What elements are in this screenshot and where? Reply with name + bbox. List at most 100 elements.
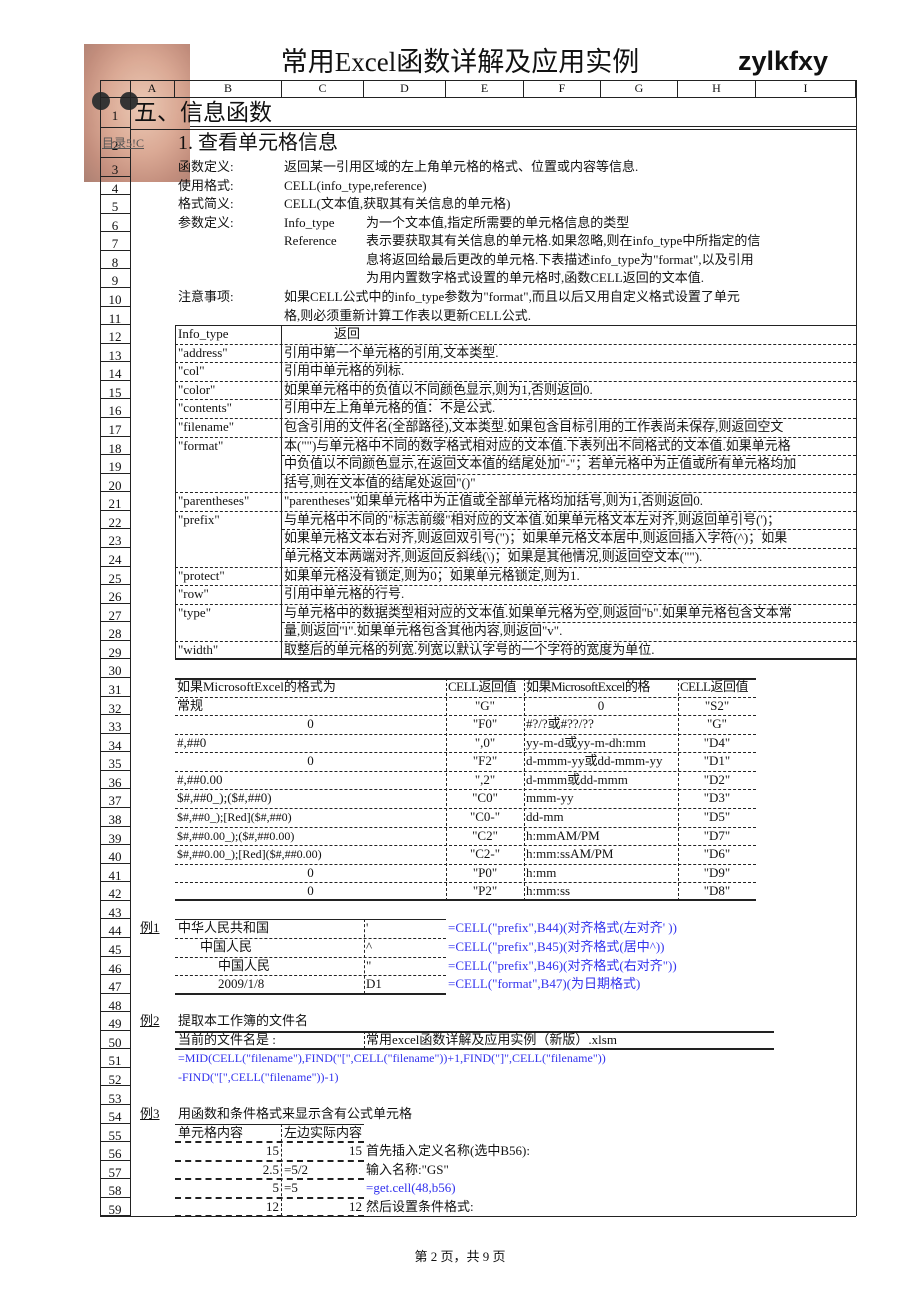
column-header-E[interactable]: E	[446, 80, 524, 97]
table-header: 返回	[333, 326, 360, 342]
row-header[interactable]: 30	[100, 659, 130, 678]
column-header-D[interactable]: D	[364, 80, 446, 97]
row-header[interactable]: 11	[100, 307, 130, 326]
row-header[interactable]: 16	[100, 399, 130, 418]
row-header[interactable]: 3	[100, 158, 130, 177]
row-header[interactable]: 33	[100, 715, 130, 734]
column-header-B[interactable]: B	[175, 80, 282, 97]
row-header[interactable]: 8	[100, 251, 130, 270]
row-header[interactable]: 5	[100, 195, 130, 214]
divider	[175, 789, 756, 791]
row-header[interactable]: 23	[100, 529, 130, 548]
row-header[interactable]: 47	[100, 975, 130, 994]
divider	[175, 975, 446, 977]
row-header[interactable]: 15	[100, 381, 130, 400]
row-header[interactable]: 31	[100, 678, 130, 697]
row-header[interactable]: 49	[100, 1012, 130, 1031]
column-header-H[interactable]: H	[678, 80, 756, 97]
row-header[interactable]: 37	[100, 789, 130, 808]
label: 格式简义:	[178, 196, 234, 212]
row-header[interactable]: 24	[100, 548, 130, 567]
row-header[interactable]: 32	[100, 697, 130, 716]
format-cell: yy-m-d或yy-m-dh:mm	[526, 734, 646, 750]
param-text: 为一个文本值,指定所需要的单元格信息的类型	[366, 214, 630, 230]
row-header[interactable]: 44	[100, 919, 130, 938]
row-header[interactable]: 29	[100, 641, 130, 660]
column-header-C[interactable]: C	[282, 80, 364, 97]
info-return-cell: 取整后的单元格的列宽.列宽以默认字号的一个字符的宽度为单位.	[284, 641, 655, 657]
column-header-G[interactable]: G	[601, 80, 678, 97]
example-title: 用函数和条件格式来显示含有公式单元格	[178, 1106, 413, 1122]
row-header[interactable]: 52	[100, 1068, 130, 1087]
info-return-cell: 如果单元格中的负值以不同颜色显示,则为1,否则返回0.	[284, 381, 593, 397]
row-header[interactable]: 9	[100, 269, 130, 288]
column-header-F[interactable]: F	[524, 80, 601, 97]
divider	[175, 696, 756, 698]
row-header[interactable]: 43	[100, 901, 130, 920]
row-header[interactable]: 56	[100, 1142, 130, 1161]
row-header[interactable]: 42	[100, 882, 130, 901]
info-return-cell: 引用中单元格的列标.	[284, 363, 405, 379]
column-header-A[interactable]: A	[130, 80, 175, 97]
row-header[interactable]: 53	[100, 1087, 130, 1106]
row-header[interactable]: 54	[100, 1105, 130, 1124]
row-header[interactable]: 35	[100, 752, 130, 771]
row-header[interactable]: 34	[100, 734, 130, 753]
row-header[interactable]: 27	[100, 604, 130, 623]
row-header[interactable]: 38	[100, 808, 130, 827]
row-header[interactable]: 17	[100, 418, 130, 437]
format-cell: "C2-"	[469, 846, 501, 862]
row-header[interactable]: 10	[100, 288, 130, 307]
row-header[interactable]: 6	[100, 214, 130, 233]
format-cell: ",0"	[474, 734, 496, 750]
column-header-I[interactable]: I	[756, 80, 856, 97]
row-header[interactable]: 1	[100, 97, 130, 128]
row-header[interactable]: 48	[100, 994, 130, 1013]
row-header[interactable]: 26	[100, 585, 130, 604]
table-border	[175, 919, 446, 921]
row-header[interactable]: 22	[100, 511, 130, 530]
divider	[175, 845, 756, 847]
row-header[interactable]: 41	[100, 864, 130, 883]
row-header[interactable]: 45	[100, 938, 130, 957]
format-cell: #,##0	[177, 734, 207, 750]
row-header[interactable]: 4	[100, 177, 130, 196]
row-header[interactable]: 36	[100, 771, 130, 790]
prefix-result: "	[366, 957, 372, 973]
subsection-heading: 1. 查看单元格信息	[178, 132, 338, 154]
divider	[175, 715, 756, 717]
row-header[interactable]: 57	[100, 1161, 130, 1180]
filename-value: 常用excel函数详解及应用实例（新版）.xlsm	[366, 1031, 617, 1047]
info-type-cell: "row"	[178, 586, 209, 602]
row-header[interactable]: 28	[100, 622, 130, 641]
row-header[interactable]: 14	[100, 362, 130, 381]
row-header[interactable]: 51	[100, 1049, 130, 1068]
toc-link[interactable]: 目录5!C	[102, 128, 144, 158]
row-header[interactable]: 59	[100, 1198, 130, 1217]
row-header[interactable]: 25	[100, 567, 130, 586]
row-header[interactable]: 46	[100, 957, 130, 976]
row-header[interactable]: 19	[100, 455, 130, 474]
label: 参数定义:	[178, 214, 234, 230]
formula-text: =CELL("prefix",B44)(对齐格式(左对齐' ))	[448, 920, 677, 936]
row-header[interactable]: 55	[100, 1124, 130, 1143]
row-header[interactable]: 13	[100, 344, 130, 363]
author-name: zylkfxy	[738, 46, 829, 76]
row-header[interactable]: 18	[100, 437, 130, 456]
format-cell: "D6"	[703, 846, 731, 862]
row-header[interactable]: 50	[100, 1031, 130, 1050]
row-header[interactable]: 40	[100, 845, 130, 864]
info-return-cell: 中负值以不同颜色显示,在返回文本值的结尾处加"-"；若单元格中为正值或所有单元格…	[284, 456, 797, 472]
table-header: 单元格内容	[178, 1124, 244, 1140]
table-border	[175, 658, 856, 661]
table-border	[175, 898, 756, 901]
divider	[175, 752, 756, 754]
row-header[interactable]: 20	[100, 474, 130, 493]
row-header[interactable]: 7	[100, 232, 130, 251]
format-table-header: CELL返回值	[448, 678, 517, 694]
row-header[interactable]: 21	[100, 492, 130, 511]
row-header[interactable]: 58	[100, 1179, 130, 1198]
row-header[interactable]: 12	[100, 325, 130, 344]
definition-text: 返回某一引用区域的左上角单元格的格式、位置或内容等信息.	[284, 159, 639, 174]
row-header[interactable]: 39	[100, 827, 130, 846]
